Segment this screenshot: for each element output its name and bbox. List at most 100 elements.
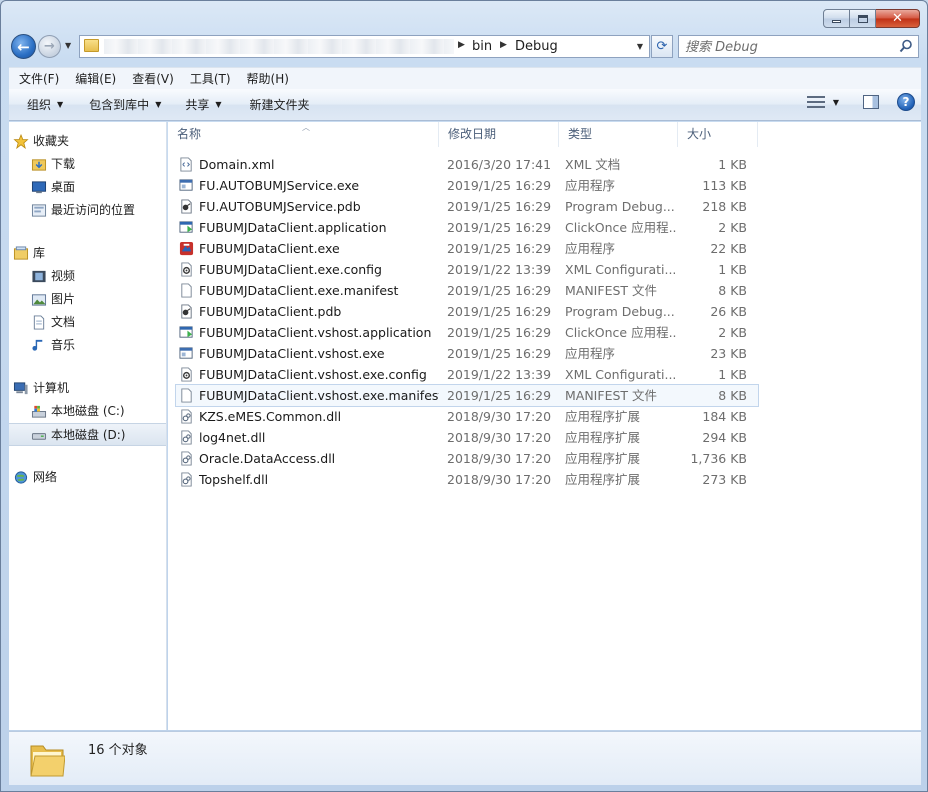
file-name: FUBUMJDataClient.exe.manifest <box>176 280 439 301</box>
file-date: 2019/1/22 13:39 <box>447 367 552 382</box>
nav-computer[interactable]: 计算机 <box>9 377 166 400</box>
file-row[interactable]: FUBUMJDataClient.exe.manifest 2019/1/25 1… <box>176 280 758 301</box>
file-name-text: FUBUMJDataClient.vshost.exe.manifest <box>199 388 439 403</box>
search-box <box>678 35 919 58</box>
share-button[interactable]: 共享 ▼ <box>175 93 231 117</box>
breadcrumb-debug[interactable]: Debug <box>515 39 558 54</box>
file-type: XML Configurati... <box>565 367 677 382</box>
menu-tools[interactable]: 工具(T) <box>182 68 239 90</box>
minimize-button[interactable] <box>823 9 850 28</box>
organize-label: 组织 <box>27 97 52 112</box>
chevron-right-icon[interactable]: ▶ <box>500 40 507 50</box>
documents-icon <box>33 315 45 330</box>
file-row[interactable]: FUBUMJDataClient.vshost.exe.manifest 2019… <box>175 384 759 407</box>
nav-pictures[interactable]: 图片 <box>9 288 166 311</box>
file-row[interactable]: FUBUMJDataClient.exe 2019/1/25 16:29 应用程序 2… <box>176 238 758 259</box>
nav-computer-label: 计算机 <box>33 381 70 395</box>
recent-places-icon <box>31 204 47 217</box>
file-row[interactable]: FU.AUTOBUMJService.exe 2019/1/25 16:29 应用程… <box>176 175 758 196</box>
file-name: Topshelf.dll <box>176 469 439 490</box>
menu-help[interactable]: 帮助(H) <box>239 68 297 90</box>
file-type: 应用程序扩展 <box>565 451 641 466</box>
manifest-icon <box>181 283 192 298</box>
file-row[interactable]: FUBUMJDataClient.vshost.exe.config 2019/1… <box>176 364 758 385</box>
file-date: 2018/9/30 17:20 <box>447 472 552 487</box>
search-input[interactable] <box>685 37 885 57</box>
config-icon <box>181 262 192 277</box>
app-exe-icon <box>179 241 194 256</box>
column-size[interactable]: 大小 <box>678 122 758 147</box>
file-row[interactable]: FUBUMJDataClient.pdb 2019/1/25 16:29 Progr… <box>176 301 758 322</box>
dll-icon <box>181 409 192 424</box>
file-row[interactable]: FUBUMJDataClient.exe.config 2019/1/22 13:… <box>176 259 758 280</box>
file-row[interactable]: FU.AUTOBUMJService.pdb 2019/1/25 16:29 Pro… <box>176 196 758 217</box>
nav-libraries[interactable]: 库 <box>9 242 166 265</box>
column-name[interactable]: 名称 ︿ <box>168 122 439 147</box>
file-row[interactable]: Domain.xml 2016/3/20 17:41 XML 文档 1 KB <box>176 154 758 175</box>
nav-documents-label: 文档 <box>51 315 76 329</box>
recent-pages-dropdown[interactable]: ▼ <box>65 41 71 50</box>
breadcrumb-bin[interactable]: bin <box>472 39 492 54</box>
file-list-pane: 名称 ︿ 修改日期 类型 大小 Domain.xml 2016/3/20 17:4… <box>168 122 921 730</box>
item-count: 16 个对象 <box>88 743 148 758</box>
refresh-icon: ⟳ <box>656 39 668 54</box>
nav-drive-c-label: 本地磁盘 (C:) <box>51 404 125 418</box>
close-icon: ✕ <box>892 11 903 26</box>
file-row[interactable]: KZS.eMES.Common.dll 2018/9/30 17:20 应用程序扩展… <box>176 406 758 427</box>
nav-documents[interactable]: 文档 <box>9 311 166 334</box>
nav-downloads[interactable]: 下载 <box>9 153 166 176</box>
help-icon[interactable]: ? <box>897 93 915 111</box>
column-type[interactable]: 类型 <box>559 122 678 147</box>
address-bar[interactable]: ▶ bin ▶ Debug ▼ <box>79 35 650 58</box>
menu-edit[interactable]: 编辑(E) <box>67 68 124 90</box>
change-view-button[interactable]: ▼ <box>806 95 839 109</box>
forward-button[interactable]: → <box>38 35 61 58</box>
back-button[interactable]: ← <box>11 34 36 59</box>
arrow-right-icon: → <box>44 39 55 54</box>
file-rows: Domain.xml 2016/3/20 17:41 XML 文档 1 KB FU.AU… <box>175 154 759 490</box>
column-date[interactable]: 修改日期 <box>439 122 559 147</box>
nav-videos[interactable]: 视频 <box>9 265 166 288</box>
file-date: 2016/3/20 17:41 <box>447 157 552 172</box>
file-name-text: FUBUMJDataClient.vshost.exe <box>199 346 385 361</box>
file-row[interactable]: FUBUMJDataClient.application 2019/1/25 16… <box>176 217 758 238</box>
nav-drive-d[interactable]: 本地磁盘 (D:) <box>9 423 166 446</box>
file-row[interactable]: log4net.dll 2018/9/30 17:20 应用程序扩展 294 KB <box>176 427 758 448</box>
computer-icon <box>13 382 28 395</box>
file-name-text: FUBUMJDataClient.exe.config <box>199 262 382 277</box>
address-dropdown-icon[interactable]: ▼ <box>637 42 643 51</box>
chevron-right-icon[interactable]: ▶ <box>458 40 465 50</box>
menu-bar: 文件(F) 编辑(E) 查看(V) 工具(T) 帮助(H) <box>9 67 921 89</box>
menu-file[interactable]: 文件(F) <box>11 68 67 90</box>
file-date: 2019/1/25 16:29 <box>447 199 552 214</box>
file-date: 2019/1/25 16:29 <box>447 304 552 319</box>
nav-network[interactable]: 网络 <box>9 466 166 489</box>
address-redacted-path <box>104 39 454 54</box>
file-name: log4net.dll <box>176 427 439 448</box>
maximize-button[interactable] <box>850 9 876 28</box>
system-drive-icon <box>31 405 47 418</box>
nav-videos-label: 视频 <box>51 269 76 283</box>
file-name: FUBUMJDataClient.exe <box>176 238 439 259</box>
file-row[interactable]: Topshelf.dll 2018/9/30 17:20 应用程序扩展 273 KB <box>176 469 758 490</box>
search-icon[interactable] <box>899 39 913 53</box>
nav-drive-c[interactable]: 本地磁盘 (C:) <box>9 400 166 423</box>
file-row[interactable]: FUBUMJDataClient.vshost.application 2019/… <box>176 322 758 343</box>
nav-desktop[interactable]: 桌面 <box>9 176 166 199</box>
include-in-library-button[interactable]: 包含到库中 ▼ <box>79 93 171 117</box>
file-type: 应用程序 <box>565 178 616 193</box>
preview-pane-icon[interactable] <box>863 95 879 109</box>
refresh-button[interactable]: ⟳ <box>651 35 673 58</box>
nav-music[interactable]: 音乐 <box>9 334 166 357</box>
organize-button[interactable]: 组织 ▼ <box>17 93 73 117</box>
new-folder-button[interactable]: 新建文件夹 <box>240 93 320 117</box>
file-name: KZS.eMES.Common.dll <box>176 406 439 427</box>
menu-view[interactable]: 查看(V) <box>124 68 182 90</box>
nav-favorites[interactable]: 收藏夹 <box>9 130 166 153</box>
file-row[interactable]: FUBUMJDataClient.vshost.exe 2019/1/25 16:… <box>176 343 758 364</box>
file-row[interactable]: Oracle.DataAccess.dll 2018/9/30 17:20 应用程序… <box>176 448 758 469</box>
close-button[interactable]: ✕ <box>876 9 920 28</box>
folder-icon <box>30 745 65 777</box>
nav-recent-places[interactable]: 最近访问的位置 <box>9 199 166 222</box>
file-date: 2018/9/30 17:20 <box>447 430 552 445</box>
